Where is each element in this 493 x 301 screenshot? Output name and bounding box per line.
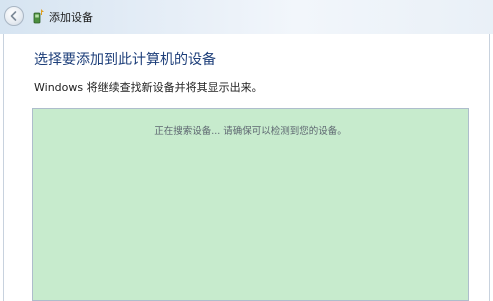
add-device-icon	[33, 9, 44, 24]
window-title: 添加设备	[49, 11, 93, 24]
content-panel: 选择要添加到此计算机的设备 Windows 将继续查找新设备并将其显示出来。 正…	[3, 34, 490, 301]
back-button[interactable]	[4, 6, 24, 26]
back-arrow-icon	[10, 11, 17, 21]
add-device-window: 添加设备 选择要添加到此计算机的设备 Windows 将继续查找新设备并将其显示…	[0, 0, 493, 301]
page-heading: 选择要添加到此计算机的设备	[34, 52, 216, 68]
page-description: Windows 将继续查找新设备并将其显示出来。	[34, 81, 263, 94]
searching-status-text: 正在搜索设备... 请确保可以检测到您的设备。	[154, 126, 347, 137]
title-bar: 添加设备	[0, 0, 493, 34]
device-list[interactable]: 正在搜索设备... 请确保可以检测到您的设备。	[32, 108, 469, 301]
